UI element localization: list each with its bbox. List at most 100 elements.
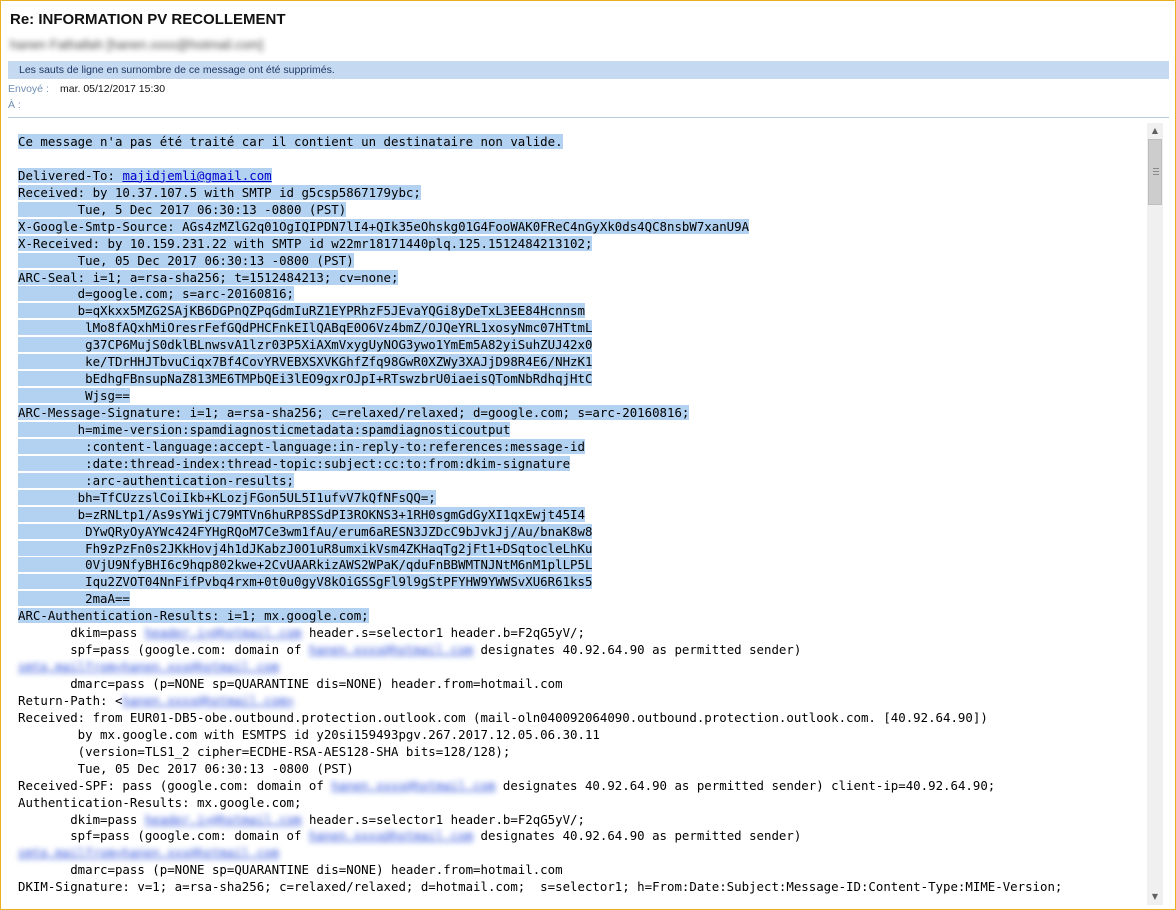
message-line-text: DKIM-Signature: v=1; a=rsa-sha256; c=rel… bbox=[18, 879, 1063, 895]
message-line-text: Delivered-To: bbox=[18, 167, 123, 183]
sent-row: Envoyé : mar. 05/12/2017 15:30 bbox=[8, 83, 165, 95]
message-line-text: DYwQRyOyAYWc424FYHgRQoM7Ce3wm1fAu/erum6a… bbox=[18, 523, 593, 539]
message-line-text: spf=pass (google.com: domain of bbox=[18, 828, 309, 844]
to-label: À : bbox=[8, 99, 21, 111]
message-line: spf=pass (google.com: domain of hanen.xx… bbox=[18, 828, 1062, 845]
message-line-text: :content-language:accept-language:in-rep… bbox=[18, 438, 585, 454]
message-line-text: Fh9zPzFn0s2JKkHovj4h1dJKabzJ0O1uR8umxikV… bbox=[18, 540, 593, 556]
message-line: dmarc=pass (p=NONE sp=QUARANTINE dis=NON… bbox=[18, 862, 1062, 879]
vertical-scrollbar[interactable]: ▲ ▼ bbox=[1147, 123, 1163, 905]
message-line-text: Tue, 05 Dec 2017 06:30:13 -0800 (PST) bbox=[18, 760, 354, 776]
message-line: Fh9zPzFn0s2JKkHovj4h1dJKabzJ0O1uR8umxikV… bbox=[18, 540, 1062, 558]
message-line-tail: designates 40.92.64.90 as permitted send… bbox=[495, 777, 996, 793]
message-line: bEdhgFBnsupNaZ813ME6TMPbQEi3lEO9gxrOJpI+… bbox=[18, 371, 1062, 388]
header-divider bbox=[8, 117, 1169, 118]
message-line-text: Ce message n'a pas été traité car il con… bbox=[18, 134, 563, 149]
redacted-address[interactable]: smtp.mailfrom=hanen.xxx@hotmail.com bbox=[18, 659, 279, 674]
message-line: ARC-Authentication-Results: i=1; mx.goog… bbox=[18, 608, 1062, 625]
message-line-text: 2maA== bbox=[18, 591, 130, 607]
email-reading-window: Re: INFORMATION PV RECOLLEMENT hanen Fat… bbox=[0, 0, 1176, 910]
message-line: smtp.mailfrom=hanen.xxx@hotmail.com bbox=[18, 845, 1062, 862]
email-subject: Re: INFORMATION PV RECOLLEMENT bbox=[10, 11, 286, 28]
email-link[interactable]: majidjemli@gmail.com bbox=[122, 167, 272, 183]
message-line: (version=TLS1_2 cipher=ECDHE-RSA-AES128-… bbox=[18, 744, 1062, 761]
message-line: Wjsg== bbox=[18, 388, 1062, 405]
message-line: d=google.com; s=arc-20160816; bbox=[18, 286, 1062, 303]
message-line: Tue, 05 Dec 2017 06:30:13 -0800 (PST) bbox=[18, 761, 1062, 778]
message-line: DKIM-Signature: v=1; a=rsa-sha256; c=rel… bbox=[18, 879, 1062, 896]
redacted-address[interactable]: hanen.xxxx@hotmail.com bbox=[331, 778, 495, 793]
message-line: dmarc=pass (p=NONE sp=QUARANTINE dis=NON… bbox=[18, 676, 1062, 693]
message-line-text: Tue, 05 Dec 2017 06:30:13 -0800 (PST) bbox=[18, 252, 354, 268]
message-line-text: spf=pass (google.com: domain of bbox=[18, 642, 309, 658]
message-body[interactable]: Ce message n'a pas été traité car il con… bbox=[8, 121, 1169, 907]
message-line-text: bEdhgFBnsupNaZ813ME6TMPbQEi3lEO9gxrOJpI+… bbox=[18, 371, 593, 387]
message-line-text: X-Received: by 10.159.231.22 with SMTP i… bbox=[18, 235, 593, 251]
message-line: Ce message n'a pas été traité car il con… bbox=[18, 134, 1062, 151]
message-line: DYwQRyOyAYWc424FYHgRQoM7Ce3wm1fAu/erum6a… bbox=[18, 523, 1062, 541]
message-line-text: ARC-Authentication-Results: i=1; mx.goog… bbox=[18, 608, 369, 624]
message-line: ke/TDrHHJTbvuCiqx7Bf4CovYRVEBXSXVKGhfZfq… bbox=[18, 354, 1062, 371]
message-line-text: b=zRNLtp1/As9sYWijC79MTVn6huRP8SSdPI3ROK… bbox=[18, 506, 585, 522]
to-row: À : bbox=[8, 99, 60, 111]
message-line-text: lMo8fAQxhMiOresrFefGQdPHCFnkEIlQABqE0O6V… bbox=[18, 320, 593, 336]
message-line: dkim=pass header.i=@hotmail.com header.s… bbox=[18, 812, 1062, 829]
message-line-text: bh=TfCUzzslCoiIkb+KLozjFGon5UL5I1ufvV7kQ… bbox=[18, 489, 436, 505]
redacted-address[interactable]: hanen.xxxx@hotmail.com bbox=[309, 828, 473, 843]
message-line-tail: header.s=selector1 header.b=F2qG5yV/; bbox=[301, 811, 585, 827]
message-line-text: :arc-authentication-results; bbox=[18, 472, 295, 488]
message-line-text: by mx.google.com with ESMTPS id y20si159… bbox=[18, 726, 600, 742]
redacted-address[interactable]: hanen.xxxx@hotmail.com bbox=[309, 642, 473, 657]
message-line: spf=pass (google.com: domain of hanen.xx… bbox=[18, 642, 1062, 659]
message-line bbox=[18, 151, 1062, 168]
message-line: Received-SPF: pass (google.com: domain o… bbox=[18, 778, 1062, 795]
redacted-address[interactable]: header.i=@hotmail.com bbox=[145, 812, 302, 827]
sent-value: mar. 05/12/2017 15:30 bbox=[60, 83, 166, 95]
redacted-address[interactable]: hanen.xxxx@hotmail.com> bbox=[122, 693, 294, 708]
info-bar[interactable]: Les sauts de ligne en surnombre de ce me… bbox=[8, 61, 1169, 79]
message-text[interactable]: Ce message n'a pas été traité car il con… bbox=[18, 134, 1062, 896]
scrollbar-thumb[interactable] bbox=[1148, 139, 1162, 205]
message-line-text: Return-Path: < bbox=[18, 692, 123, 708]
message-line-text: d=google.com; s=arc-20160816; bbox=[18, 286, 295, 302]
message-line-text: ARC-Message-Signature: i=1; a=rsa-sha256… bbox=[18, 405, 690, 420]
scroll-down-icon[interactable]: ▼ bbox=[1147, 889, 1163, 905]
message-line: :date:thread-index:thread-topic:subject:… bbox=[18, 455, 1062, 473]
message-line: Return-Path: <hanen.xxxx@hotmail.com> bbox=[18, 693, 1062, 710]
message-line: :arc-authentication-results; bbox=[18, 472, 1062, 490]
message-line-text: b=qXkxx5MZG2SAjKB6DGPnQZPqGdmIuRZ1EYPRhz… bbox=[18, 303, 585, 319]
grip-line bbox=[1153, 174, 1159, 175]
message-line-text: h=mime-version:spamdiagnosticmetadata:sp… bbox=[18, 421, 511, 437]
message-line: dkim=pass header.i=@hotmail.com header.s… bbox=[18, 625, 1062, 642]
message-line: X-Received: by 10.159.231.22 with SMTP i… bbox=[18, 235, 1062, 253]
message-line-text: Iqu2ZVOT04NnFifPvbq4rxm+0t0u0gyV8kOiGSSg… bbox=[18, 574, 593, 590]
message-line-text: 0VjU9NfyBHI6c9hqp802kwe+2CvUAARkizAWS2WP… bbox=[18, 557, 593, 573]
message-line: g37CP6MujS0dklBLnwsvA1lzr03P5XiAXmVxygUy… bbox=[18, 337, 1062, 354]
message-line-text: dkim=pass bbox=[18, 811, 145, 827]
message-line-text: :date:thread-index:thread-topic:subject:… bbox=[18, 455, 571, 471]
message-line: X-Google-Smtp-Source: AGs4zMZlG2q01OgIQI… bbox=[18, 218, 1062, 236]
message-line: Received: by 10.37.107.5 with SMTP id g5… bbox=[18, 184, 1062, 202]
redacted-address[interactable]: smtp.mailfrom=hanen.xxx@hotmail.com bbox=[18, 845, 279, 860]
message-line-text: Received: by 10.37.107.5 with SMTP id g5… bbox=[18, 184, 421, 200]
message-line: Iqu2ZVOT04NnFifPvbq4rxm+0t0u0gyV8kOiGSSg… bbox=[18, 574, 1062, 591]
message-line-text: ARC-Seal: i=1; a=rsa-sha256; t=151248421… bbox=[18, 269, 399, 285]
message-line-tail: designates 40.92.64.90 as permitted send… bbox=[473, 828, 802, 844]
message-line: Received: from EUR01-DB5-obe.outbound.pr… bbox=[18, 710, 1062, 727]
message-line: ARC-Message-Signature: i=1; a=rsa-sha256… bbox=[18, 405, 1062, 422]
message-line: ARC-Seal: i=1; a=rsa-sha256; t=151248421… bbox=[18, 269, 1062, 287]
message-line: 0VjU9NfyBHI6c9hqp802kwe+2CvUAARkizAWS2WP… bbox=[18, 557, 1062, 574]
message-line: by mx.google.com with ESMTPS id y20si159… bbox=[18, 727, 1062, 744]
message-line-text: Tue, 5 Dec 2017 06:30:13 -0800 (PST) bbox=[18, 201, 347, 217]
grip-line bbox=[1153, 171, 1159, 172]
message-line: smtp.mailfrom=hanen.xxx@hotmail.com bbox=[18, 659, 1062, 676]
message-line-tail: designates 40.92.64.90 as permitted send… bbox=[473, 642, 802, 658]
email-sender[interactable]: hanen Fathallah [hanen.xxxx@hotmail.com] bbox=[10, 37, 263, 52]
message-line: b=qXkxx5MZG2SAjKB6DGPnQZPqGdmIuRZ1EYPRhz… bbox=[18, 303, 1062, 320]
message-line: Tue, 5 Dec 2017 06:30:13 -0800 (PST) bbox=[18, 201, 1062, 219]
redacted-address[interactable]: header.i=@hotmail.com bbox=[145, 625, 302, 640]
message-line-tail: header.s=selector1 header.b=F2qG5yV/; bbox=[301, 625, 585, 641]
message-line: Delivered-To: majidjemli@gmail.com bbox=[18, 167, 1062, 185]
message-line: Tue, 05 Dec 2017 06:30:13 -0800 (PST) bbox=[18, 252, 1062, 270]
scroll-up-icon[interactable]: ▲ bbox=[1147, 123, 1163, 139]
